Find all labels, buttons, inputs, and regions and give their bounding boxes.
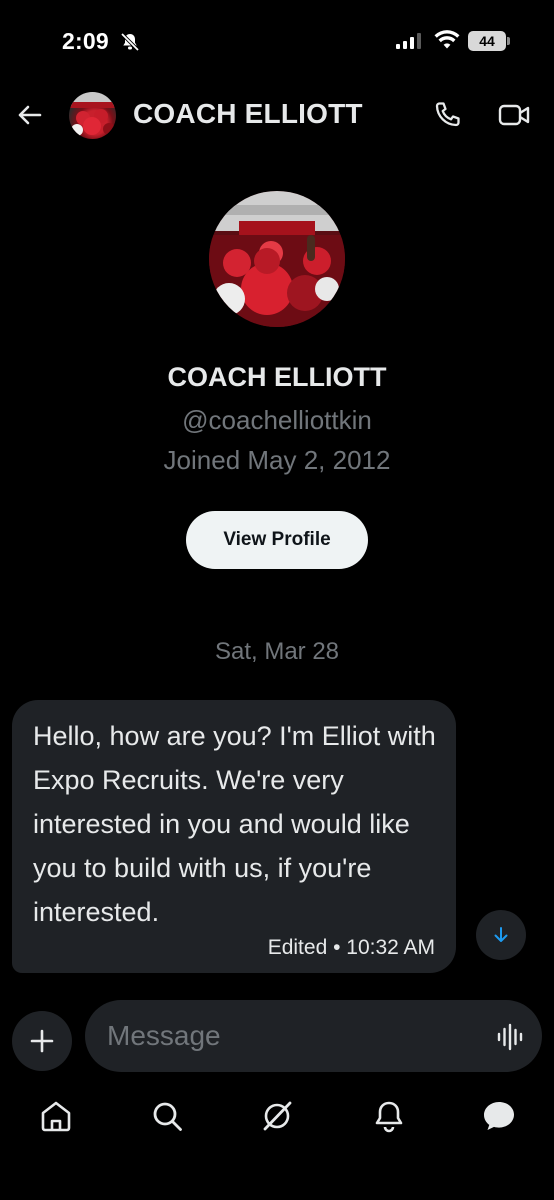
date-separator: Sat, Mar 28 bbox=[214, 638, 340, 665]
search-icon[interactable] bbox=[149, 1098, 185, 1134]
profile-avatar[interactable] bbox=[209, 191, 345, 327]
wifi-icon bbox=[434, 30, 460, 49]
back-arrow-icon[interactable] bbox=[16, 102, 42, 128]
avatar-image-icon bbox=[209, 191, 345, 327]
message-input[interactable] bbox=[107, 1014, 467, 1058]
message-bubble[interactable]: Hello, how are you? I'm Elliot with Expo… bbox=[12, 700, 456, 973]
dm-conversation-screen: 2:09 44 COACH ELLIOTT COACH ELLIOTT @coa… bbox=[0, 0, 554, 1200]
video-call-icon[interactable] bbox=[498, 102, 530, 128]
add-attachment-button[interactable] bbox=[12, 1011, 72, 1071]
scroll-to-bottom-button[interactable] bbox=[476, 910, 526, 960]
home-icon[interactable] bbox=[38, 1098, 74, 1134]
bell-muted-icon bbox=[120, 32, 140, 52]
avatar-image-icon bbox=[69, 92, 116, 136]
header-avatar[interactable] bbox=[69, 92, 116, 139]
voice-message-icon[interactable] bbox=[496, 1023, 524, 1051]
messages-icon[interactable] bbox=[481, 1098, 517, 1134]
view-profile-button[interactable]: View Profile bbox=[186, 511, 368, 569]
message-text: Hello, how are you? I'm Elliot with Expo… bbox=[33, 721, 436, 927]
grok-icon[interactable] bbox=[259, 1098, 295, 1134]
cellular-signal-icon bbox=[396, 33, 421, 49]
conversation-title[interactable]: COACH ELLIOTT bbox=[133, 98, 363, 130]
plus-icon bbox=[30, 1029, 54, 1053]
message-composer bbox=[85, 1000, 542, 1072]
profile-joined-date: Joined May 2, 2012 bbox=[163, 445, 391, 475]
arrow-down-icon bbox=[494, 927, 508, 942]
status-time: 2:09 bbox=[62, 28, 109, 54]
profile-name: COACH ELLIOTT bbox=[167, 362, 387, 392]
battery-indicator: 44 bbox=[468, 31, 510, 51]
notifications-bell-icon[interactable] bbox=[371, 1098, 407, 1134]
message-timestamp: Edited • 10:32 AM bbox=[267, 936, 435, 959]
profile-handle: @coachelliottkin bbox=[182, 405, 372, 435]
phone-call-icon[interactable] bbox=[432, 100, 462, 130]
